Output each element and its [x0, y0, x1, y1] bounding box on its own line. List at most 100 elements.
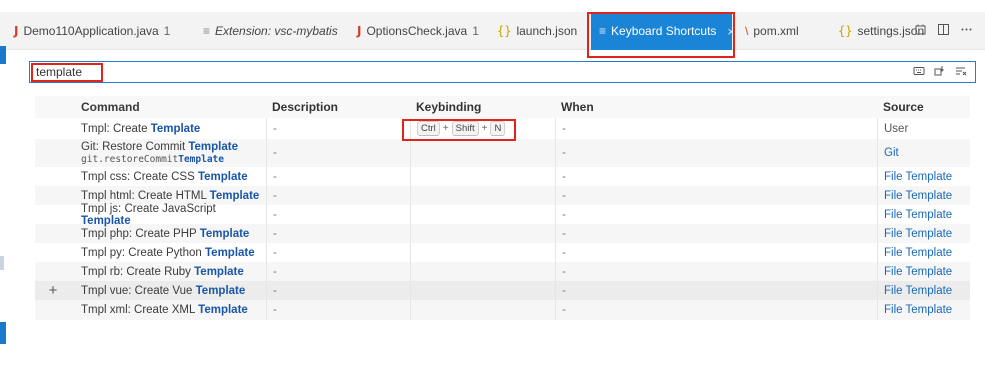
header-command: Command [81, 100, 140, 114]
table-body: Tmpl: Create Template - Ctrl + Shift + N - User G… [35, 118, 970, 320]
keybinding-cell[interactable]: Ctrl + Shift + N [410, 118, 555, 139]
command-id-match: Template [178, 154, 224, 165]
description-cell: - [266, 224, 410, 243]
when-cell[interactable]: - [555, 205, 877, 224]
command-label: Tmpl vue: Create Vue [81, 284, 196, 297]
more-actions-icon[interactable] [960, 23, 973, 39]
table-row[interactable]: Tmpl css: Create CSS Template - - File Temp… [35, 167, 970, 186]
when-cell[interactable]: - [555, 281, 877, 300]
command-cell: Git: Restore Commit Template git.restoreC… [71, 141, 266, 165]
tab-keyboard-shortcuts[interactable]: ≡ Keyboard Shortcuts × [591, 12, 735, 50]
command-cell: Tmpl: Create Template [71, 123, 266, 135]
record-keys-icon[interactable] [913, 65, 925, 80]
source-cell[interactable]: File Template [877, 167, 970, 186]
command-cell: Tmpl vue: Create Vue Template [71, 285, 266, 297]
command-match: Template [197, 170, 248, 183]
keybinding-cell[interactable] [410, 139, 555, 167]
keybinding-cell[interactable] [410, 186, 555, 205]
description-cell: - [266, 262, 410, 281]
source-cell[interactable]: Git [877, 139, 970, 167]
source-cell[interactable]: File Template [877, 224, 970, 243]
description-cell: - [266, 281, 410, 300]
when-cell[interactable]: - [555, 186, 877, 205]
source-cell[interactable]: File Template [877, 243, 970, 262]
tab-label: Demo110Application.java [23, 24, 159, 38]
header-when: When [561, 100, 594, 114]
command-label: Tmpl py: Create Python [81, 246, 205, 259]
tab-extension-vsc-mybatis[interactable]: ≡ Extension: vsc-mybatis [203, 12, 338, 50]
keybindings-search-input[interactable] [36, 62, 736, 82]
editor-tab-bar: J Demo110Application.java 1 ≡ Extension:… [0, 12, 985, 50]
when-cell[interactable]: - [555, 224, 877, 243]
tab-label: pom.xml [753, 24, 799, 38]
when-cell[interactable]: - [555, 262, 877, 281]
when-cell[interactable]: - [555, 139, 877, 167]
clear-search-icon[interactable] [955, 65, 967, 80]
source-cell[interactable]: File Template [877, 300, 970, 320]
key-cap: Shift [451, 121, 479, 136]
tab-label: OptionsCheck.java [366, 24, 468, 38]
search-box-actions [913, 62, 967, 82]
source-cell[interactable]: File Template [877, 262, 970, 281]
add-keybinding-icon[interactable]: + [35, 282, 71, 299]
tab-label: launch.json [516, 24, 578, 38]
keybindings-table: Command Description Keybinding When Sour… [35, 96, 970, 320]
problem-count-badge: 1 [472, 24, 479, 38]
keybinding-cell[interactable] [410, 300, 555, 320]
when-cell[interactable]: - [555, 118, 877, 139]
java-file-icon: J [357, 24, 362, 38]
tab-label: Extension: vsc-mybatis [215, 24, 338, 38]
command-cell: Tmpl css: Create CSS Template [71, 171, 266, 183]
table-row[interactable]: Tmpl rb: Create Ruby Template - - File Temp… [35, 262, 970, 281]
keybinding-cell[interactable] [410, 224, 555, 243]
command-match: Template [194, 265, 244, 278]
description-cell: - [266, 300, 410, 320]
table-row[interactable]: Tmpl php: Create PHP Template - - File Temp… [35, 224, 970, 243]
window-top-strip [0, 0, 985, 12]
source-cell[interactable]: File Template [877, 205, 970, 224]
command-label: Tmpl xml: Create XML [81, 304, 199, 316]
source-cell: User [877, 118, 970, 139]
command-cell: Tmpl js: Create JavaScript Template [71, 203, 266, 227]
source-cell[interactable]: File Template [877, 186, 970, 205]
keybinding-cell[interactable] [410, 205, 555, 224]
command-label: Tmpl css: Create CSS [81, 170, 198, 183]
table-row[interactable]: Tmpl py: Create Python Template - - File Te… [35, 243, 970, 262]
split-editor-icon[interactable] [937, 23, 950, 39]
when-cell[interactable]: - [555, 167, 877, 186]
table-row[interactable]: + Tmpl vue: Create Vue Template - - File Tem… [35, 281, 970, 300]
sort-by-precedence-icon[interactable] [934, 65, 946, 80]
keybinding-cell[interactable] [410, 281, 555, 300]
command-label: Git: Restore Commit [81, 141, 189, 153]
command-cell: Tmpl py: Create Python Template [71, 247, 266, 259]
open-keybindings-json-icon[interactable] [914, 23, 927, 39]
command-label: Tmpl: Create [81, 122, 151, 135]
tab-optionscheck[interactable]: J OptionsCheck.java 1 [357, 12, 479, 50]
header-source: Source [883, 100, 924, 114]
tab-pom-xml[interactable]: \ pom.xml [745, 12, 799, 50]
when-cell[interactable]: - [555, 243, 877, 262]
table-row[interactable]: Tmpl xml: Create XML Template - - File Temp… [35, 300, 970, 320]
table-row[interactable]: Tmpl: Create Template - Ctrl + Shift + N - User [35, 118, 970, 139]
source-cell[interactable]: File Template [877, 281, 970, 300]
command-match: Template [188, 141, 238, 153]
command-id-prefix: git.restoreCommit [81, 154, 179, 165]
header-description: Description [272, 100, 339, 114]
description-cell: - [266, 167, 410, 186]
command-match: Template [81, 214, 131, 227]
table-row[interactable]: Git: Restore Commit Template git.restoreC… [35, 139, 970, 167]
keybinding-cell[interactable] [410, 243, 555, 262]
tab-settings-json[interactable]: {} settings.json [838, 12, 924, 50]
keybinding-cell[interactable] [410, 262, 555, 281]
description-cell: - [266, 139, 410, 167]
keyboard-shortcuts-icon: ≡ [599, 24, 607, 38]
command-id: git.restoreCommitTemplate [81, 154, 266, 165]
when-cell[interactable]: - [555, 300, 877, 320]
close-icon[interactable]: × [727, 24, 735, 39]
description-cell: - [266, 118, 410, 139]
command-cell: Tmpl rb: Create Ruby Template [71, 266, 266, 278]
tab-launch-json[interactable]: {} launch.json [497, 12, 577, 50]
tab-demo110application[interactable]: J Demo110Application.java 1 [14, 12, 170, 50]
keybinding-cell[interactable] [410, 167, 555, 186]
table-row[interactable]: Tmpl js: Create JavaScript Template - - Fil… [35, 203, 970, 227]
